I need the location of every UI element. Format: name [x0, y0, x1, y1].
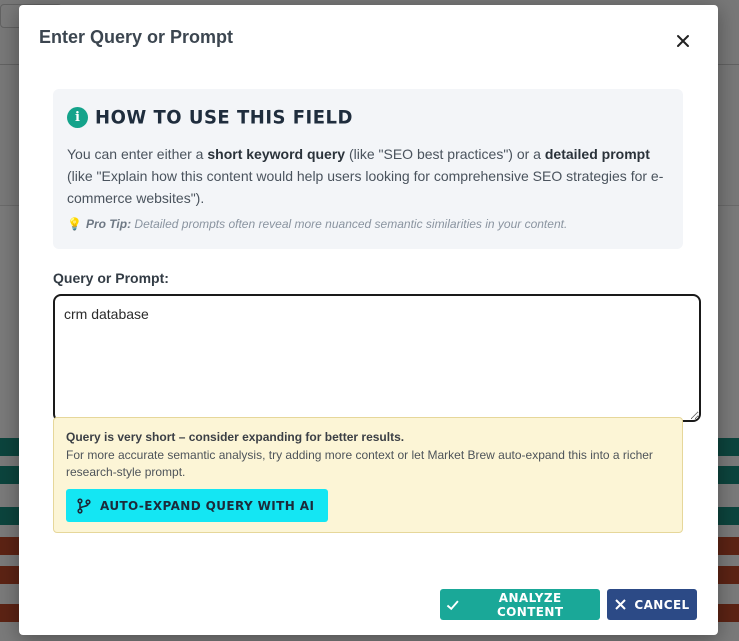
x-icon	[615, 599, 627, 610]
check-icon	[446, 600, 459, 610]
query-input[interactable]	[53, 294, 701, 422]
auto-expand-button[interactable]: Auto-Expand Query with AI	[66, 489, 329, 522]
analyze-content-button[interactable]: Analyze Content	[440, 589, 600, 620]
analyze-content-label: Analyze Content	[496, 590, 564, 619]
cancel-label: Cancel	[634, 597, 690, 612]
help-text-part: You can enter either a	[67, 146, 208, 162]
short-query-warning: Query is very short – consider expanding…	[53, 417, 683, 533]
branch-icon	[77, 497, 91, 514]
info-icon: i	[67, 107, 88, 128]
query-field-label: Query or Prompt:	[53, 270, 169, 286]
pro-tip: 💡 Pro Tip: Detailed prompts often reveal …	[67, 217, 567, 231]
query-modal: Enter Query or Prompt i How to use this …	[19, 5, 718, 635]
close-icon	[677, 35, 689, 47]
pro-tip-text: Detailed prompts often reveal more nuanc…	[131, 217, 568, 231]
auto-expand-label: Auto-Expand Query with AI	[100, 498, 315, 513]
help-text-part: (like "Explain how this content would he…	[67, 168, 664, 206]
lightbulb-icon: 💡	[67, 217, 82, 231]
warning-text: For more accurate semantic analysis, try…	[66, 448, 653, 479]
modal-title: Enter Query or Prompt	[39, 27, 234, 47]
warning-title: Query is very short – consider expanding…	[66, 430, 405, 444]
help-box: i How to use this field You can enter ei…	[53, 89, 683, 249]
help-text: You can enter either a short keyword que…	[67, 143, 667, 209]
pro-tip-label: Pro Tip:	[85, 217, 132, 231]
help-title: How to use this field	[95, 106, 353, 129]
close-button[interactable]	[673, 31, 693, 51]
help-header: i How to use this field	[67, 106, 353, 129]
cancel-button[interactable]: Cancel	[607, 589, 697, 620]
help-text-bold: detailed prompt	[544, 146, 650, 162]
help-text-bold: short keyword query	[207, 146, 346, 162]
help-text-part: (like "SEO best practices") or a	[345, 146, 545, 162]
